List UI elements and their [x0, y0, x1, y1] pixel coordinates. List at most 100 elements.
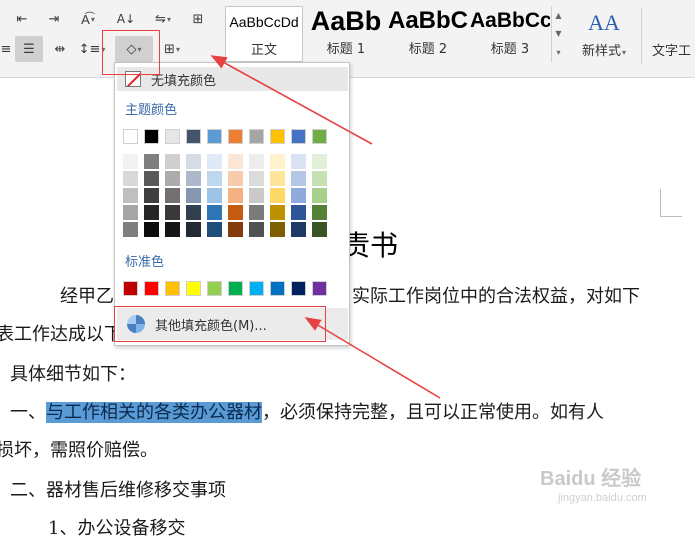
style-sample: AaBbCcDd	[229, 14, 299, 30]
theme-shade-swatch[interactable]	[165, 205, 180, 220]
standard-color-swatch[interactable]	[291, 281, 306, 296]
theme-shade-swatch[interactable]	[291, 222, 306, 237]
theme-shade-swatch[interactable]	[312, 222, 327, 237]
theme-shade-swatch[interactable]	[123, 222, 138, 237]
theme-shade-column	[291, 154, 306, 237]
style-heading-2[interactable]: AaBbC 标题 2	[388, 6, 468, 62]
theme-color-swatch[interactable]	[186, 129, 201, 144]
theme-shade-swatch[interactable]	[186, 154, 201, 169]
theme-color-swatch[interactable]	[165, 129, 180, 144]
style-gallery-scroll[interactable]: ▲ ▼ ▾	[551, 6, 565, 62]
paragraph-line: 1、办公设备移交	[48, 518, 186, 539]
theme-shade-swatch[interactable]	[249, 154, 264, 169]
paragraph-line: 一、与工作相关的各类办公器材，必须保持完整，且可以正常使用。如有人	[10, 398, 604, 424]
theme-shade-swatch[interactable]	[270, 171, 285, 186]
standard-color-swatch[interactable]	[186, 281, 201, 296]
theme-shade-swatch[interactable]	[228, 205, 243, 220]
theme-shade-swatch[interactable]	[249, 222, 264, 237]
theme-shade-swatch[interactable]	[291, 205, 306, 220]
justify-button[interactable]: ☰	[15, 36, 43, 62]
theme-shade-swatch[interactable]	[291, 171, 306, 186]
theme-shade-swatch[interactable]	[228, 171, 243, 186]
theme-shade-swatch[interactable]	[249, 205, 264, 220]
theme-color-swatch[interactable]	[144, 129, 159, 144]
theme-shade-swatch[interactable]	[144, 222, 159, 237]
line-break-button[interactable]: ⇋ ▾	[146, 6, 180, 32]
border-button[interactable]: ⊞ ▾	[156, 36, 188, 62]
selected-text[interactable]: 与工作相关的各类办公器材	[46, 402, 262, 423]
theme-shade-swatch[interactable]	[207, 154, 222, 169]
theme-shade-swatch[interactable]	[123, 188, 138, 203]
distributed-align-button[interactable]: ⇹	[47, 36, 73, 62]
theme-shade-swatch[interactable]	[312, 171, 327, 186]
paragraph-line: 具体细节如下：	[10, 364, 136, 385]
theme-shade-swatch[interactable]	[270, 222, 285, 237]
style-normal[interactable]: AaBbCcDd 正文	[225, 6, 303, 62]
theme-color-swatch[interactable]	[291, 129, 306, 144]
theme-shade-swatch[interactable]	[207, 171, 222, 186]
style-heading-1[interactable]: AaBb 标题 1	[306, 6, 386, 62]
standard-color-swatch[interactable]	[249, 281, 264, 296]
theme-shade-swatch[interactable]	[123, 205, 138, 220]
theme-shade-swatch[interactable]	[312, 188, 327, 203]
style-heading-3[interactable]: AaBbCc 标题 3	[470, 6, 550, 62]
theme-shade-swatch[interactable]	[270, 154, 285, 169]
theme-shade-swatch[interactable]	[249, 188, 264, 203]
theme-color-swatch[interactable]	[123, 129, 138, 144]
theme-shade-swatch[interactable]	[165, 188, 180, 203]
theme-shade-swatch[interactable]	[165, 171, 180, 186]
theme-shade-swatch[interactable]	[186, 205, 201, 220]
standard-color-swatch[interactable]	[312, 281, 327, 296]
theme-shade-swatch[interactable]	[144, 154, 159, 169]
document-title: 责书	[342, 229, 399, 262]
theme-shade-swatch[interactable]	[186, 188, 201, 203]
decrease-indent-button[interactable]: ⇤	[8, 6, 36, 32]
theme-shade-swatch[interactable]	[228, 188, 243, 203]
table-layout-button[interactable]: ⊞	[186, 6, 210, 32]
theme-shade-swatch[interactable]	[312, 154, 327, 169]
theme-shade-swatch[interactable]	[186, 171, 201, 186]
theme-shade-swatch[interactable]	[123, 171, 138, 186]
theme-shade-swatch[interactable]	[312, 205, 327, 220]
style-sample: AaBb	[310, 6, 382, 36]
standard-color-swatch[interactable]	[123, 281, 138, 296]
font-case-button[interactable]: A͡ ▾	[72, 6, 104, 32]
theme-shade-swatch[interactable]	[165, 222, 180, 237]
standard-color-swatch[interactable]	[270, 281, 285, 296]
theme-shade-swatch[interactable]	[207, 188, 222, 203]
theme-color-swatch[interactable]	[270, 129, 285, 144]
expand-icon[interactable]: ▾	[556, 48, 560, 57]
table-layout-icon: ⊞	[192, 11, 204, 27]
standard-color-swatch[interactable]	[165, 281, 180, 296]
chevron-down-icon[interactable]: ▼	[555, 29, 561, 38]
align-left-button[interactable]: ≡	[0, 36, 12, 62]
theme-shade-swatch[interactable]	[123, 154, 138, 169]
theme-shade-swatch[interactable]	[144, 205, 159, 220]
theme-shade-swatch[interactable]	[144, 171, 159, 186]
theme-color-swatch[interactable]	[207, 129, 222, 144]
standard-color-swatch[interactable]	[228, 281, 243, 296]
increase-indent-button[interactable]: ⇥	[40, 6, 68, 32]
standard-color-swatch[interactable]	[207, 281, 222, 296]
theme-shade-swatch[interactable]	[291, 154, 306, 169]
theme-shade-swatch[interactable]	[144, 188, 159, 203]
chevron-up-icon[interactable]: ▲	[555, 11, 561, 20]
theme-shade-swatch[interactable]	[270, 205, 285, 220]
theme-shade-swatch[interactable]	[228, 154, 243, 169]
theme-color-swatch[interactable]	[228, 129, 243, 144]
standard-color-swatch[interactable]	[144, 281, 159, 296]
theme-shade-swatch[interactable]	[207, 205, 222, 220]
new-style-button[interactable]: AA 新样式▾	[573, 6, 635, 66]
theme-color-swatch[interactable]	[312, 129, 327, 144]
no-fill-label: 无填充颜色	[151, 73, 217, 89]
theme-shade-swatch[interactable]	[270, 188, 285, 203]
theme-color-swatch[interactable]	[249, 129, 264, 144]
theme-shade-swatch[interactable]	[228, 222, 243, 237]
theme-shade-swatch[interactable]	[291, 188, 306, 203]
text-tool-button[interactable]: 文字工	[652, 40, 691, 59]
theme-shade-swatch[interactable]	[207, 222, 222, 237]
sort-button[interactable]: A↓	[112, 6, 140, 32]
theme-shade-swatch[interactable]	[249, 171, 264, 186]
theme-shade-swatch[interactable]	[165, 154, 180, 169]
theme-shade-swatch[interactable]	[186, 222, 201, 237]
